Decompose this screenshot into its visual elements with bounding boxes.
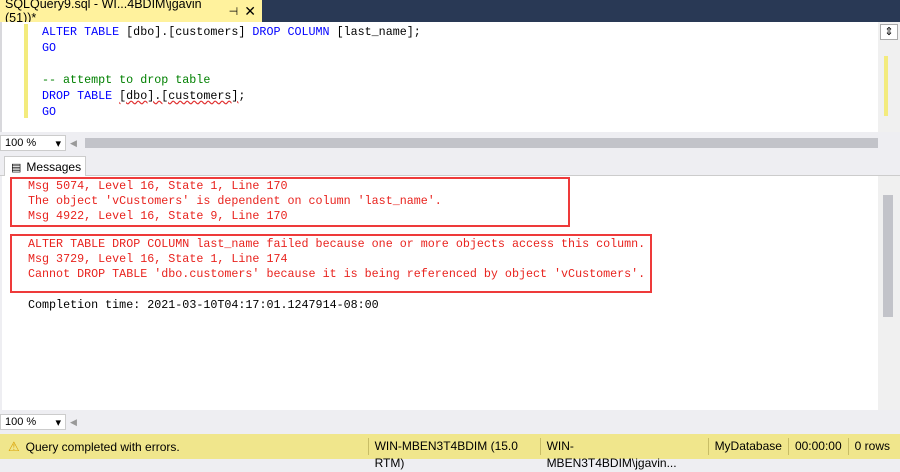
editor-horizontal-scrollbar[interactable] [84, 138, 878, 148]
tab-messages[interactable]: ▤ Messages [4, 156, 86, 177]
code-line: GO [42, 40, 421, 56]
completion-time: Completion time: 2021-03-10T04:17:01.124… [28, 298, 379, 312]
document-tab[interactable]: SQLQuery9.sql - WI...4BDIM\jgavin (51))*… [0, 0, 262, 25]
code-token: -- attempt to drop table [42, 73, 211, 87]
code-line: -- attempt to drop table [42, 72, 421, 88]
scrollbar-thumb[interactable] [883, 195, 893, 317]
zoom-value: 100 % [5, 137, 37, 149]
message-line: ALTER TABLE DROP COLUMN last_name failed… [28, 237, 646, 251]
results-zoom-bar: 100 % ▾ ◀ [0, 413, 900, 431]
messages-pane[interactable]: Msg 5074, Level 16, State 1, Line 170 Th… [2, 176, 878, 410]
status-text: Query completed with errors. [25, 439, 180, 454]
code-line: DROP TABLE [dbo].[customers]; [42, 88, 421, 104]
status-rows: 0 rows [847, 438, 896, 455]
editor-zoom-select[interactable]: 100 % ▾ [0, 135, 66, 151]
chevron-down-icon: ▾ [55, 416, 61, 429]
query-editor[interactable]: ALTER TABLE [dbo].[customers] DROP COLUM… [0, 22, 878, 132]
code-token: GO [42, 41, 57, 55]
zoom-value: 100 % [5, 416, 37, 428]
status-time: 00:00:00 [787, 438, 848, 455]
message-line: Msg 5074, Level 16, State 1, Line 170 [28, 179, 288, 193]
tab-messages-label: Messages [26, 160, 82, 174]
code-token: DROP COLUMN [252, 25, 337, 39]
code-line: GO [42, 104, 421, 120]
message-line: Msg 4922, Level 16, State 9, Line 170 [28, 209, 288, 223]
code-token: [last_name]; [336, 25, 421, 39]
results-tab-row [0, 154, 900, 176]
scroll-left-icon[interactable]: ◀ [70, 138, 77, 149]
pin-icon[interactable]: ⊣ [229, 5, 239, 18]
status-server: WIN-MBEN3T4BDIM (15.0 RTM) [367, 438, 540, 470]
code-text: ALTER TABLE [dbo].[customers] DROP COLUM… [42, 24, 421, 120]
warning-icon: ⚠ [8, 438, 20, 454]
results-horizontal-scrollbar[interactable] [84, 417, 878, 427]
message-line: Msg 3729, Level 16, State 1, Line 174 [28, 252, 288, 266]
message-line: The object 'vCustomers' is dependent on … [28, 194, 442, 208]
code-token: DROP TABLE [42, 89, 120, 103]
close-icon[interactable]: ✕ [244, 3, 256, 20]
status-database: MyDatabase [707, 438, 788, 455]
code-token: GO [42, 105, 57, 119]
code-token: ; [238, 89, 246, 103]
status-bar: ⚠ Query completed with errors. WIN-MBEN3… [0, 434, 900, 470]
messages-icon: ▤ [11, 161, 22, 174]
message-line: Cannot DROP TABLE 'dbo.customers' becaus… [28, 267, 646, 281]
code-token: ALTER TABLE [42, 25, 127, 39]
document-tab-bar: SQLQuery9.sql - WI...4BDIM\jgavin (51))*… [0, 0, 900, 25]
scroll-left-icon[interactable]: ◀ [70, 417, 77, 428]
code-line: ALTER TABLE [dbo].[customers] DROP COLUM… [42, 24, 421, 40]
scrollbar-change-marker [884, 56, 888, 116]
status-user: WIN-MBEN3T4BDIM\jgavin... [539, 438, 708, 470]
change-indicator [24, 24, 28, 118]
chevron-down-icon: ▾ [55, 137, 61, 150]
code-token: [dbo].[customers] [119, 89, 239, 103]
code-token: [dbo].[customers] [126, 25, 253, 39]
split-icon[interactable]: ⇕ [880, 24, 898, 40]
results-zoom-select[interactable]: 100 % ▾ [0, 414, 66, 430]
editor-zoom-bar: 100 % ▾ ◀ [0, 134, 900, 152]
